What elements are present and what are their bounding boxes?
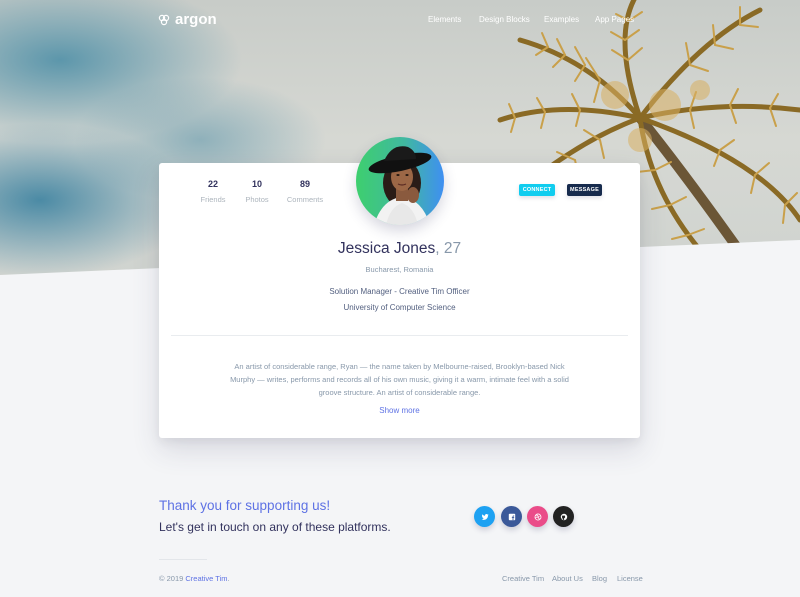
footer-link-license[interactable]: License (617, 574, 643, 583)
copyright-suffix: . (227, 574, 230, 583)
footer-link-blog[interactable]: Blog (592, 574, 607, 583)
github-button[interactable] (553, 506, 574, 527)
facebook-icon (508, 513, 515, 520)
argon-logo-icon (158, 14, 170, 25)
stat-comments: 89 Comments (275, 179, 335, 204)
twitter-icon (481, 513, 489, 520)
profile-age: , 27 (435, 240, 462, 257)
twitter-button[interactable] (474, 506, 495, 527)
nav-link-design-blocks[interactable]: Design Blocks (479, 15, 530, 24)
touch-subheading: Let's get in touch on any of these platf… (159, 520, 391, 534)
facebook-button[interactable] (501, 506, 522, 527)
copyright-prefix: © 2019 (159, 574, 186, 583)
show-more-link[interactable]: Show more (159, 406, 640, 415)
nav-link-app-pages[interactable]: App Pages (595, 15, 634, 24)
footer-link-creative-tim[interactable]: Creative Tim (502, 574, 544, 583)
brand-logo[interactable]: argon (158, 11, 217, 28)
profile-bio: An artist of considerable range, Ryan — … (230, 362, 569, 397)
nav-link-examples[interactable]: Examples (544, 15, 579, 24)
footer-link-about-us[interactable]: About Us (552, 574, 583, 583)
profile-photo (368, 146, 432, 225)
message-button[interactable]: MESSAGE (567, 184, 602, 196)
profile-card: 22 Friends 10 Photos 89 Comments CONNECT… (159, 137, 640, 438)
stat-value: 89 (299, 179, 310, 189)
navbar: argon Elements Design Blocks Examples Ap… (0, 0, 800, 40)
dribbble-icon (534, 513, 541, 520)
brand-name: argon (175, 11, 217, 28)
copyright: © 2019 Creative Tim. (159, 574, 230, 583)
profile-school: University of Computer Science (343, 303, 456, 312)
github-icon (560, 513, 567, 520)
profile-name: Jessica Jones, 27 (159, 240, 640, 258)
footer-divider (159, 559, 207, 560)
copyright-link[interactable]: Creative Tim (185, 574, 227, 583)
dribbble-button[interactable] (527, 506, 548, 527)
divider (171, 335, 628, 336)
thanks-heading: Thank you for supporting us! (159, 498, 331, 513)
profile-name-text: Jessica Jones (337, 240, 436, 257)
profile-location: Bucharest, Romania (365, 265, 434, 274)
connect-button[interactable]: CONNECT (519, 184, 555, 196)
stat-label: Comments (286, 195, 324, 204)
profile-job: Solution Manager - Creative Tim Officer (329, 287, 470, 296)
avatar[interactable] (356, 137, 444, 225)
nav-link-elements[interactable]: Elements (428, 15, 461, 24)
